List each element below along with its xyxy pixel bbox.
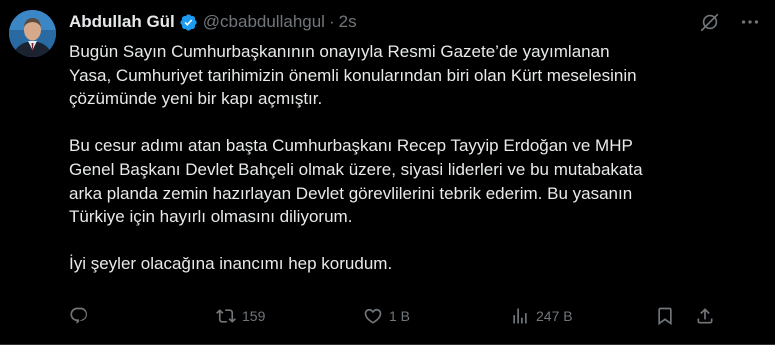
tweet-paragraph: Bugün Sayın Cumhurbaşkanının onayıyla Re… [69, 42, 637, 109]
retweet-button[interactable]: 159 [216, 304, 265, 328]
top-icons [699, 11, 761, 33]
like-button[interactable]: 1 B [363, 304, 410, 328]
reply-button[interactable] [69, 304, 95, 328]
reply-icon [70, 307, 88, 324]
retweet-count: 159 [242, 308, 266, 324]
grok-icon[interactable] [699, 11, 721, 33]
avatar-image [9, 10, 56, 57]
verified-badge-icon [179, 13, 198, 32]
more-icon[interactable] [739, 11, 761, 33]
tweet-time[interactable]: 2s [339, 12, 357, 32]
views-count: 247 B [536, 308, 573, 324]
like-icon [364, 308, 382, 324]
bookmark-button[interactable] [655, 304, 675, 328]
tweet-paragraph: İyi şeyler olacağına inancımı hep korudu… [69, 254, 393, 274]
like-count: 1 B [389, 308, 411, 324]
share-icon [697, 308, 713, 324]
tweet-text: Bugün Sayın Cumhurbaşkanının onayıyla Re… [69, 40, 749, 300]
tweet-paragraph: Bu cesur adımı atan başta Cumhurbaşkanı … [69, 136, 643, 227]
tweet-header: Abdullah Gül @cbabdullahgul · 2s [69, 11, 357, 33]
views-icon [513, 308, 527, 324]
avatar[interactable] [9, 10, 56, 57]
views-button[interactable]: 247 B [510, 304, 573, 328]
header-separator: · [328, 12, 335, 31]
bookmark-icon [658, 307, 672, 326]
action-bar: 159 1 B 247 B [69, 304, 719, 328]
author-name[interactable]: Abdullah Gül [69, 12, 175, 32]
share-button[interactable] [695, 304, 715, 328]
retweet-icon [216, 309, 236, 323]
tweet: Abdullah Gül @cbabdullahgul · 2s Bugün S… [0, 0, 775, 345]
author-handle[interactable]: @cbabdullahgul [203, 12, 325, 32]
